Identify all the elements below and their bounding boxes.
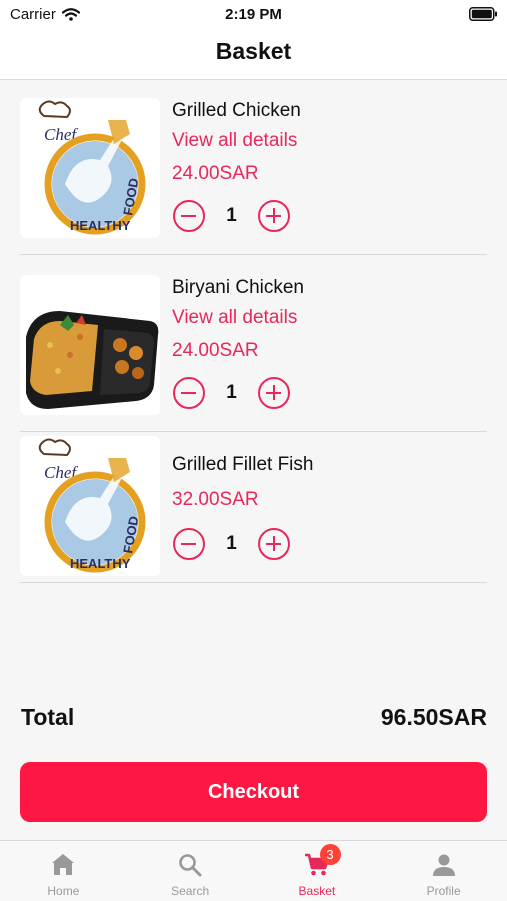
basket-item: Chef HEALTHY FOOD Grilled Fillet Fish 32… — [20, 432, 487, 583]
tab-home[interactable]: Home — [0, 841, 127, 901]
view-details-link[interactable]: View all details — [172, 130, 297, 152]
status-bar: Carrier 2:19 PM — [0, 0, 507, 28]
chef-healthy-food-logo: Chef HEALTHY FOOD — [38, 438, 146, 573]
tab-label: Home — [47, 884, 80, 898]
checkout-button[interactable]: Checkout — [20, 762, 487, 822]
tab-label: Basket — [298, 884, 336, 898]
decrease-quantity-button[interactable] — [173, 377, 205, 409]
page-title: Basket — [215, 38, 292, 64]
basket-item: Chef HEALTHY FOOD Grilled Chicken View a… — [20, 80, 487, 255]
tab-label: Profile — [426, 884, 461, 898]
quantity-value: 1 — [226, 533, 237, 554]
quantity-value: 1 — [226, 382, 237, 403]
basket-item-list: Chef HEALTHY FOOD Grilled Chicken View a… — [20, 80, 487, 583]
tab-basket[interactable]: 3 Basket — [254, 841, 381, 901]
chef-healthy-food-logo: Chef HEALTHY FOOD — [38, 100, 146, 235]
decrease-quantity-button[interactable] — [173, 200, 205, 232]
item-price: 24.00SAR — [172, 163, 259, 184]
item-price: 24.00SAR — [172, 340, 259, 361]
quantity-stepper: 1 — [173, 526, 290, 562]
home-icon — [52, 854, 75, 875]
tab-profile[interactable]: Profile — [380, 841, 507, 901]
svg-text:HEALTHY: HEALTHY — [70, 556, 131, 571]
svg-text:HEALTHY: HEALTHY — [70, 218, 131, 233]
item-image: Chef HEALTHY FOOD — [20, 98, 160, 238]
nav-header: Basket — [0, 28, 507, 80]
item-name: Biryani Chicken — [172, 277, 304, 298]
quantity-stepper: 1 — [173, 198, 290, 234]
person-icon — [432, 854, 455, 876]
quantity-stepper: 1 — [173, 375, 290, 411]
search-icon — [179, 854, 202, 877]
item-price: 32.00SAR — [172, 489, 259, 510]
cart-count-badge: 3 — [319, 844, 341, 865]
minus-icon — [181, 542, 196, 545]
increase-quantity-button[interactable] — [258, 528, 290, 560]
increase-quantity-button[interactable] — [258, 200, 290, 232]
total-label: Total — [21, 704, 75, 730]
item-name: Grilled Fillet Fish — [172, 454, 314, 475]
total-value: 96.50SAR — [380, 704, 487, 730]
item-image: Chef HEALTHY FOOD — [20, 436, 160, 576]
minus-icon — [181, 391, 196, 394]
item-name: Grilled Chicken — [172, 100, 301, 121]
decrease-quantity-button[interactable] — [173, 528, 205, 560]
battery-icon — [469, 7, 497, 21]
basket-item: Biryani Chicken View all details 24.00SA… — [20, 255, 487, 432]
item-image — [20, 275, 160, 415]
minus-icon — [181, 214, 196, 217]
increase-quantity-button[interactable] — [258, 377, 290, 409]
quantity-value: 1 — [226, 205, 237, 226]
view-details-link[interactable]: View all details — [172, 307, 297, 329]
tab-bar: Home Search 3 Basket Profile — [0, 840, 507, 901]
tab-search[interactable]: Search — [127, 841, 254, 901]
biryani-meal-photo — [26, 311, 159, 409]
status-time: 2:19 PM — [225, 6, 282, 23]
tab-label: Search — [171, 884, 210, 898]
